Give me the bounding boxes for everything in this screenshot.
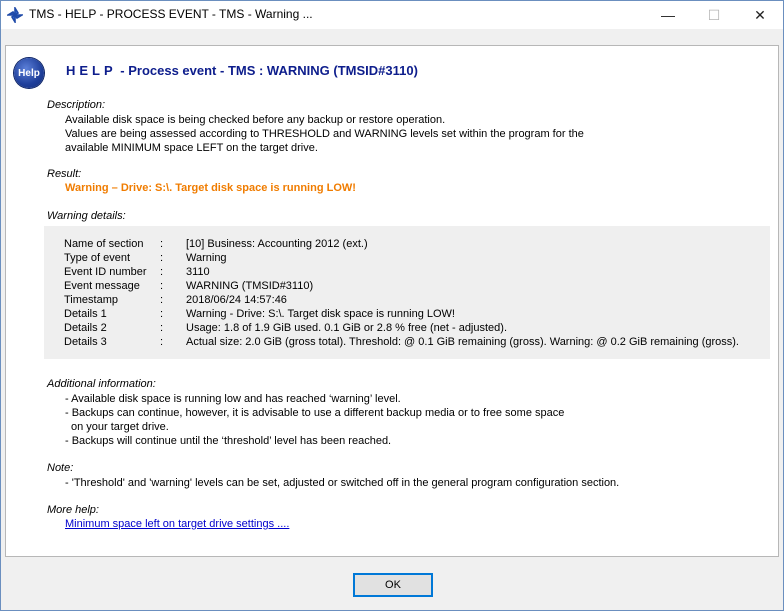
additional-info-line: on your target drive. [71, 421, 169, 433]
additional-info-label: Additional information: [47, 378, 156, 390]
result-label: Result: [47, 168, 82, 180]
detail-separator: : [160, 280, 164, 292]
detail-value: Warning - Drive: S:\. Target disk space … [186, 308, 455, 320]
detail-value: [10] Business: Accounting 2012 (ext.) [186, 238, 368, 250]
warning-details-label: Warning details: [47, 210, 126, 222]
detail-key: Details 1 [64, 308, 107, 320]
detail-separator: : [160, 308, 164, 320]
page-title: HELP - Process event - TMS : WARNING (TM… [66, 63, 418, 78]
minimize-icon: — [661, 7, 675, 23]
additional-info-line: - Backups will continue until the ‘thres… [65, 435, 392, 447]
detail-value: Warning [186, 252, 227, 264]
detail-separator: : [160, 238, 164, 250]
result-warning-text: Warning – Drive: S:\. Target disk space … [65, 182, 356, 194]
page-title-rest: - Process event - TMS : WARNING (TMSID#3… [116, 63, 418, 78]
detail-separator: : [160, 336, 164, 348]
close-icon: ✕ [754, 6, 766, 23]
detail-separator: : [160, 252, 164, 264]
detail-value: 2018/06/24 14:57:46 [186, 294, 287, 306]
detail-key: Timestamp [64, 294, 118, 306]
description-label: Description: [47, 99, 106, 111]
minimize-button[interactable]: — [645, 1, 691, 29]
ok-button[interactable]: OK [353, 573, 433, 597]
detail-separator: : [160, 294, 164, 306]
note-text: - 'Threshold' and 'warning' levels can b… [65, 477, 620, 489]
detail-key: Details 2 [64, 322, 107, 334]
page-title-help: HELP [66, 63, 117, 78]
detail-value: 3110 [186, 266, 210, 278]
additional-info-line: - Backups can continue, however, it is a… [65, 407, 565, 419]
min-space-settings-link[interactable]: Minimum space left on target drive setti… [65, 518, 289, 530]
detail-value: WARNING (TMSID#3110) [186, 280, 314, 292]
additional-info-line: - Available disk space is running low an… [65, 393, 401, 405]
detail-separator: : [160, 322, 164, 334]
detail-key: Name of section [64, 238, 144, 250]
detail-key: Details 3 [64, 336, 107, 348]
app-logo-icon [7, 7, 23, 23]
window-title: TMS - HELP - PROCESS EVENT - TMS - Warni… [29, 7, 313, 21]
detail-value: Usage: 1.8 of 1.9 GiB used. 0.1 GiB or 2… [186, 322, 508, 334]
help-icon: Help [14, 58, 44, 88]
warning-details-table: Name of section : [10] Business: Account… [44, 226, 770, 359]
more-help-label: More help: [47, 504, 99, 516]
detail-key: Type of event [64, 252, 131, 264]
title-bar[interactable]: TMS - HELP - PROCESS EVENT - TMS - Warni… [1, 1, 783, 29]
help-dialog-window: TMS - HELP - PROCESS EVENT - TMS - Warni… [0, 0, 784, 611]
close-button[interactable]: ✕ [737, 1, 783, 29]
maximize-icon: ☐ [707, 6, 721, 23]
detail-value: Actual size: 2.0 GiB (gross total). Thre… [186, 336, 739, 348]
help-icon-label: Help [18, 67, 40, 79]
description-line: Available disk space is being checked be… [65, 114, 446, 126]
description-line: available MINIMUM space LEFT on the targ… [65, 142, 318, 154]
description-line: Values are being assessed according to T… [65, 128, 584, 140]
detail-key: Event message [64, 280, 140, 292]
detail-separator: : [160, 266, 164, 278]
note-label: Note: [47, 462, 74, 474]
detail-key: Event ID number [64, 266, 147, 278]
maximize-button[interactable]: ☐ [691, 1, 737, 29]
help-content-panel: Help HELP - Process event - TMS : WARNIN… [5, 45, 779, 557]
